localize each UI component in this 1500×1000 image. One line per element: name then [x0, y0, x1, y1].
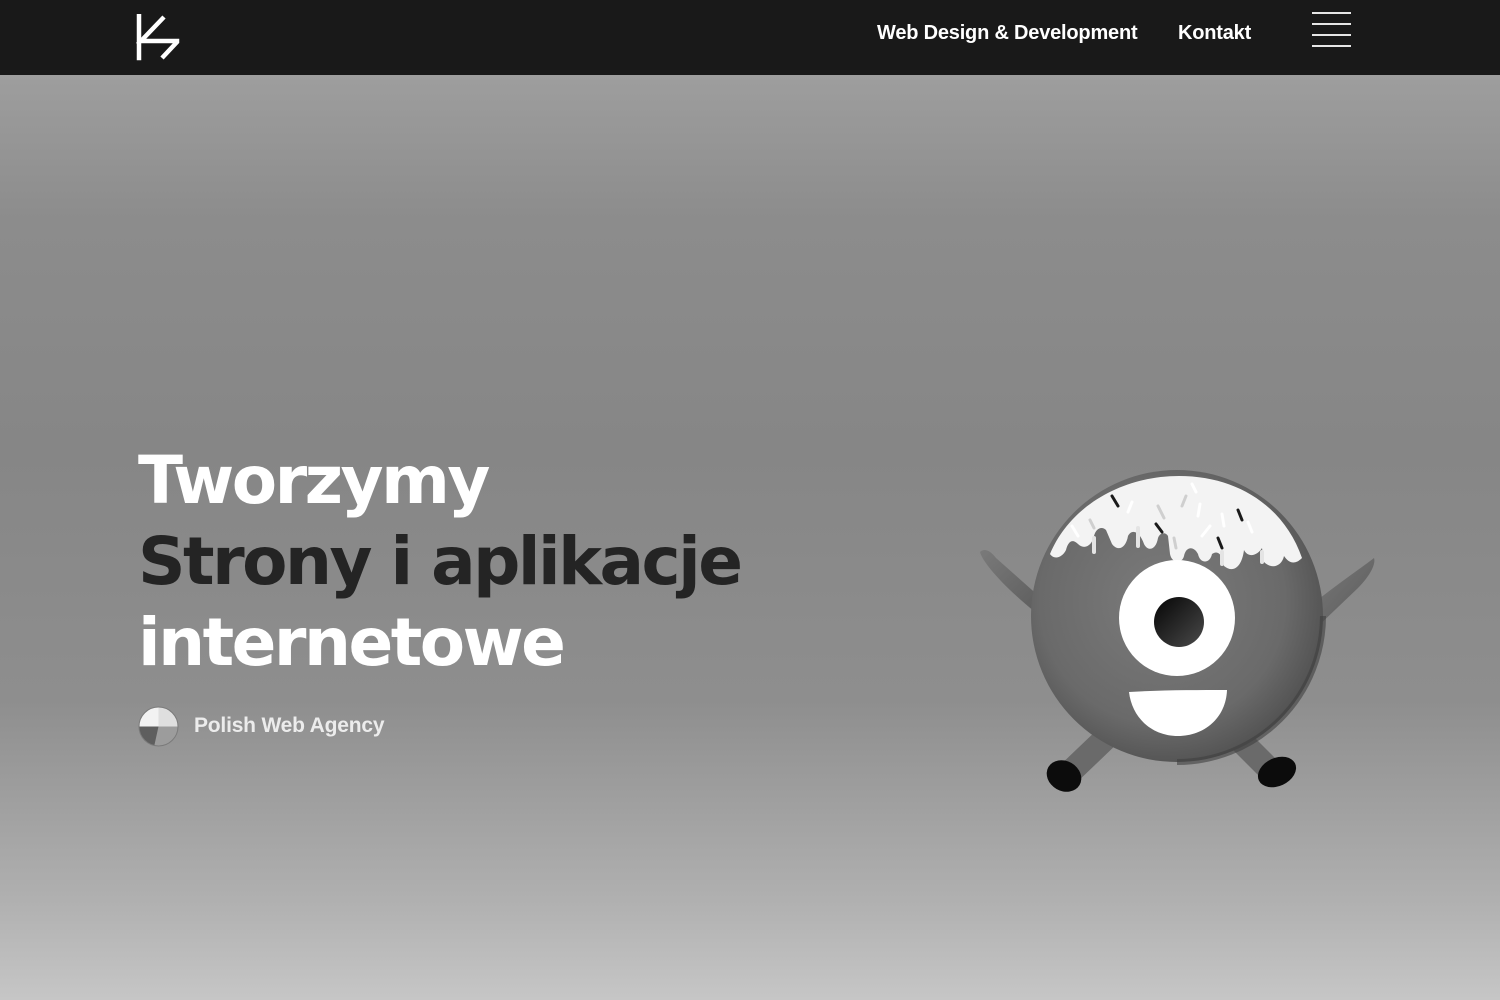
hamburger-line: [1312, 34, 1351, 36]
donut-mascot-illustration: [980, 470, 1375, 792]
nav-web-design-development[interactable]: Web Design & Development: [877, 22, 1138, 45]
site-header: Web Design & Development Kontakt: [0, 0, 1500, 75]
hero-tagline: Polish Web Agency: [138, 705, 385, 747]
tagline-text: Polish Web Agency: [194, 714, 385, 737]
polish-flag-circle-icon: [138, 706, 179, 747]
page: Web Design & Development Kontakt Tworzym…: [0, 0, 1500, 1000]
hamburger-menu-icon[interactable]: [1312, 12, 1351, 48]
hamburger-line: [1312, 12, 1351, 14]
hamburger-line: [1312, 45, 1351, 47]
headline-line-3: internetowe: [138, 604, 566, 681]
hamburger-line: [1312, 23, 1351, 25]
nav-kontakt[interactable]: Kontakt: [1178, 22, 1251, 45]
logo[interactable]: [135, 13, 182, 62]
headline-line-1: Tworzymy: [138, 442, 490, 519]
hero-headline: Tworzymy Strony i aplikacje internetowe: [138, 440, 743, 683]
headline-line-2: Strony i aplikacje: [138, 523, 743, 600]
k-logo-icon: [135, 13, 180, 61]
